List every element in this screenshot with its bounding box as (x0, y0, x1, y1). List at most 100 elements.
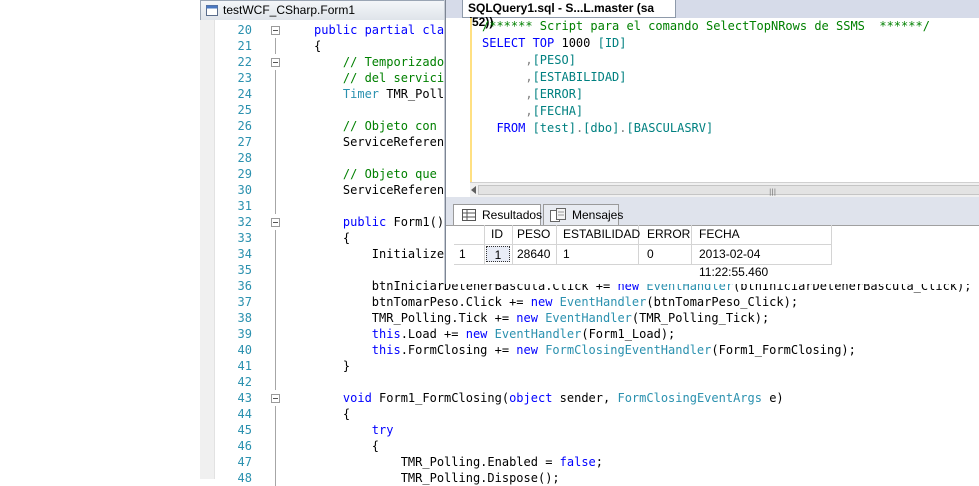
line-number: 31 (237, 199, 252, 213)
column-header-fecha[interactable]: FECHA (699, 225, 740, 243)
column-header-error[interactable]: ERROR (647, 225, 690, 243)
outline-line (275, 182, 276, 198)
collapse-icon[interactable] (271, 218, 280, 227)
code-line[interactable]: 44 { (200, 406, 979, 422)
code-line[interactable]: 39 this.Load += new EventHandler(Form1_L… (200, 326, 979, 342)
cell-estabilidad[interactable]: 1 (563, 245, 570, 263)
code-token: this (314, 327, 401, 341)
code-line[interactable]: 41 } (200, 358, 979, 374)
sql-token: FROM (482, 121, 533, 135)
line-number: 26 (237, 119, 252, 133)
row-number[interactable]: 1 (459, 245, 466, 263)
code-line[interactable]: 40 this.FormClosing += new FormClosingEv… (200, 342, 979, 358)
code-line[interactable]: 37 btnTomarPeso.Click += new EventHandle… (200, 294, 979, 310)
code-token: try (314, 423, 394, 437)
sql-gutter (446, 18, 472, 182)
outline-line (275, 38, 276, 54)
line-number: 41 (237, 359, 252, 373)
sql-token: , (482, 70, 533, 84)
line-number: 29 (237, 167, 252, 181)
code-line[interactable]: 46 { (200, 438, 979, 454)
column-header-id[interactable]: ID (491, 225, 503, 243)
sql-token: . (619, 121, 627, 135)
sql-token: /****** Script para el comando SelectTop… (482, 19, 930, 33)
scrollbar-thumb[interactable]: ||| (478, 185, 979, 196)
code-token: object (509, 391, 553, 405)
sql-token: [ERROR] (532, 87, 584, 101)
sql-line[interactable]: ,[PESO] (482, 52, 930, 69)
code-token: Timer (314, 87, 380, 101)
code-line[interactable]: 47 TMR_Polling.Enabled = false; (200, 454, 979, 470)
line-number: 44 (237, 407, 252, 421)
tab-sqlquery1[interactable]: SQLQuery1.sql - S...L.master (sa (52)) (462, 0, 676, 29)
column-header-peso[interactable]: PESO (517, 225, 550, 243)
code-line[interactable]: 43 void Form1_FormClosing(object sender,… (200, 390, 979, 406)
line-number: 45 (237, 423, 252, 437)
sql-line[interactable]: ,[ESTABILIDAD] (482, 69, 930, 86)
code-token: { (314, 39, 322, 53)
sql-editor-text[interactable]: /****** Script para el comando SelectTop… (482, 18, 930, 137)
code-line[interactable]: 45 try (200, 422, 979, 438)
tab-mensajes[interactable]: Mensajes (543, 204, 623, 225)
code-text: { (314, 438, 379, 454)
collapse-icon[interactable] (271, 58, 280, 67)
column-header-estabilidad[interactable]: ESTABILIDAD (563, 225, 640, 243)
code-token: .Load += (400, 327, 466, 341)
code-line[interactable]: 42 (200, 374, 979, 390)
line-number: 28 (237, 151, 252, 165)
code-token: (btnTomarPeso_Click); (646, 295, 799, 309)
outline-line (275, 70, 276, 86)
outline-line (275, 118, 276, 134)
line-number: 48 (237, 471, 252, 485)
code-token: e) (761, 391, 784, 405)
outline-line (275, 470, 276, 486)
collapse-icon[interactable] (271, 394, 280, 403)
tab-mensajes-label: Mensajes (572, 208, 624, 222)
code-token: public partial class (314, 23, 466, 37)
code-token: ; (595, 455, 603, 469)
code-token: this (314, 343, 401, 357)
code-line[interactable]: 38 TMR_Polling.Tick += new EventHandler(… (200, 310, 979, 326)
code-line[interactable]: 48 TMR_Polling.Dispose(); (200, 470, 979, 486)
code-token: (Form1_Load); (581, 327, 676, 341)
horizontal-scrollbar[interactable]: ||| (470, 182, 979, 198)
outline-line (275, 198, 276, 214)
code-token: EventHandler (545, 311, 632, 325)
line-number: 24 (237, 87, 252, 101)
tab-form1[interactable]: testWCF_CSharp.Form1 (200, 0, 460, 20)
results-tab-bar: Resultados Mensajes (446, 203, 979, 226)
outline-line (275, 326, 276, 342)
sql-token: SELECT TOP (482, 36, 562, 50)
line-number: 25 (237, 103, 252, 117)
cell-peso[interactable]: 28640 (517, 245, 550, 263)
code-token: false (559, 455, 596, 469)
sql-token: [ESTABILIDAD] (532, 70, 627, 84)
outline-line (275, 438, 276, 454)
sql-line[interactable]: ,[ERROR] (482, 86, 930, 103)
sql-token: [PESO] (532, 53, 576, 67)
tab-resultados[interactable]: Resultados (453, 204, 542, 225)
code-text: TMR_Polling.Enabled = false; (314, 454, 603, 470)
outline-line (275, 342, 276, 358)
line-number: 46 (237, 439, 252, 453)
cell-id[interactable]: 1 (486, 246, 510, 262)
sql-line[interactable]: /****** Script para el comando SelectTop… (482, 18, 930, 35)
sql-line[interactable]: SELECT TOP 1000 [ID] (482, 35, 930, 52)
code-token: public (314, 215, 387, 229)
sql-line[interactable]: ,[FECHA] (482, 103, 930, 120)
sql-token: [ID] (597, 36, 627, 50)
code-text: this.Load += new EventHandler(Form1_Load… (314, 326, 675, 342)
editor-tab-title: testWCF_CSharp.Form1 (223, 3, 356, 17)
grid-icon (462, 209, 476, 221)
outline-line (275, 278, 276, 294)
sql-query-window[interactable]: SQLQuery1.sql - S...L.master (sa (52)) /… (445, 0, 979, 284)
cell-error[interactable]: 0 (647, 245, 654, 263)
sql-line[interactable]: FROM [test].[dbo].[BASCULASRV] (482, 120, 930, 137)
code-token: btnTomarPeso.Click += (314, 295, 531, 309)
cell-fecha[interactable]: 2013-02-04 11:22:55.460 (699, 245, 768, 279)
outline-line (275, 230, 276, 246)
scroll-left-icon[interactable] (471, 186, 476, 194)
collapse-icon[interactable] (271, 26, 280, 35)
code-token: (Form1_FormClosing); (711, 343, 856, 357)
sql-token: [test] (532, 121, 576, 135)
